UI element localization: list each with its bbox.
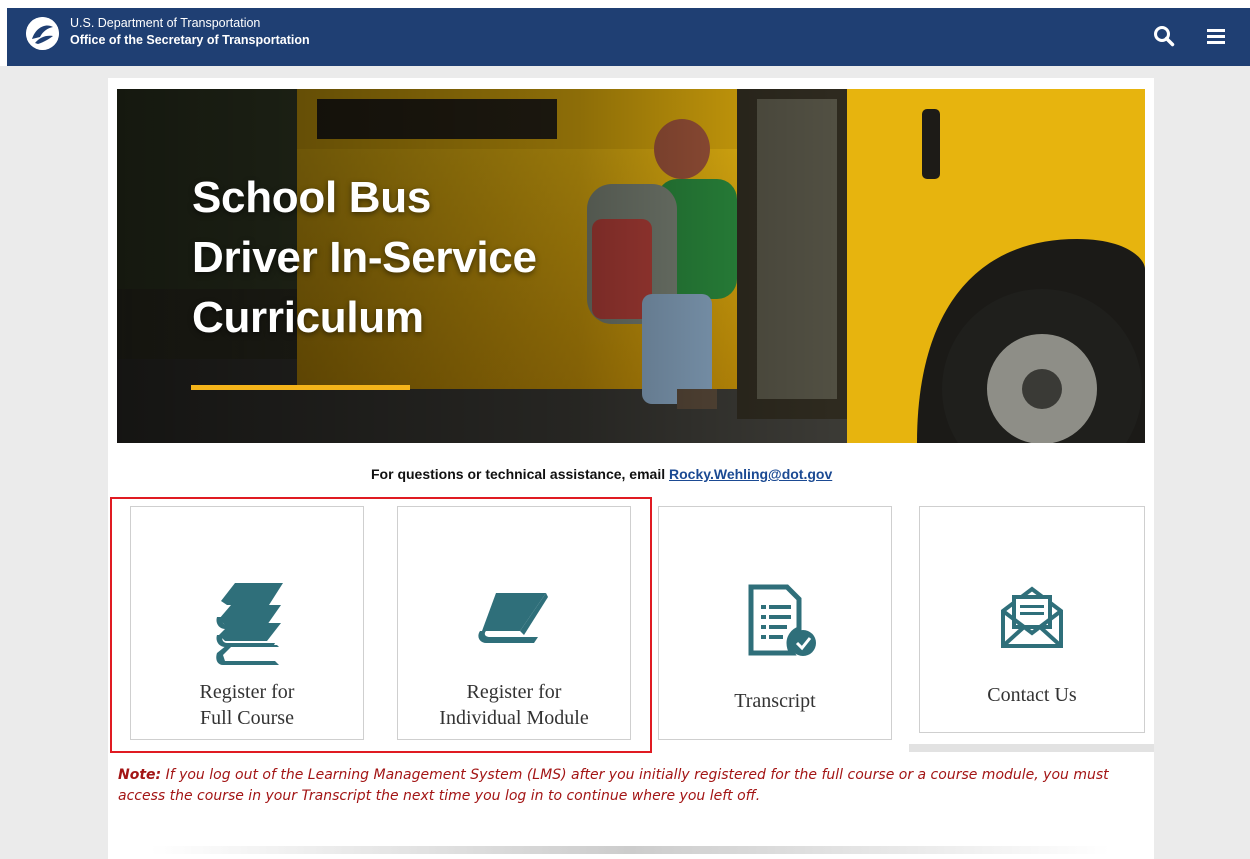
header-bar: U.S. Department of Transportation Office… [7, 8, 1250, 66]
agency-line-2: Office of the Secretary of Transportatio… [70, 33, 310, 47]
card-label: Register for Full Course [131, 679, 363, 731]
dot-logo-icon[interactable] [26, 17, 59, 50]
card-label-line: Individual Module [439, 707, 589, 729]
hero-title-line: Driver In-Service [192, 233, 537, 282]
document-check-icon [747, 583, 817, 664]
footer-shadow [150, 846, 1110, 854]
note-label: Note: [118, 767, 162, 783]
hero-title-line: Curriculum [192, 293, 424, 342]
card-label: Register for Individual Module [398, 679, 630, 731]
site-header: U.S. Department of Transportation Office… [0, 0, 1250, 66]
transcript-card[interactable]: Transcript [658, 506, 892, 740]
lms-note: Note: If you log out of the Learning Man… [118, 765, 1148, 807]
card-label: Transcript [734, 690, 816, 712]
card-label-line: Register for [466, 681, 562, 703]
search-icon[interactable] [1153, 25, 1175, 47]
divider-strip [909, 744, 1154, 752]
contact-us-card[interactable]: Contact Us [919, 506, 1145, 733]
card-label: Contact Us [987, 684, 1077, 706]
contact-email-link[interactable]: Rocky.Wehling@dot.gov [669, 466, 832, 482]
book-icon [476, 591, 548, 650]
hamburger-menu-icon[interactable] [1205, 25, 1227, 47]
register-full-course-card[interactable]: Register for Full Course [130, 506, 364, 740]
agency-name[interactable]: U.S. Department of Transportation Office… [70, 15, 310, 49]
register-individual-module-card[interactable]: Register for Individual Module [397, 506, 631, 740]
agency-line-1: U.S. Department of Transportation [70, 16, 261, 30]
contact-text: For questions or technical assistance, e… [371, 466, 669, 482]
contact-line: For questions or technical assistance, e… [0, 466, 1250, 482]
envelope-letter-icon [1000, 583, 1064, 654]
card-label-line: Register for [199, 681, 295, 703]
hero-accent-bar [191, 385, 410, 390]
hero-title-line: School Bus [192, 173, 432, 222]
card-label-line: Full Course [200, 707, 294, 729]
hero-title: School Bus Driver In-Service Curriculum [192, 168, 537, 348]
note-text: If you log out of the Learning Managemen… [118, 767, 1109, 804]
books-stack-icon [213, 575, 285, 672]
